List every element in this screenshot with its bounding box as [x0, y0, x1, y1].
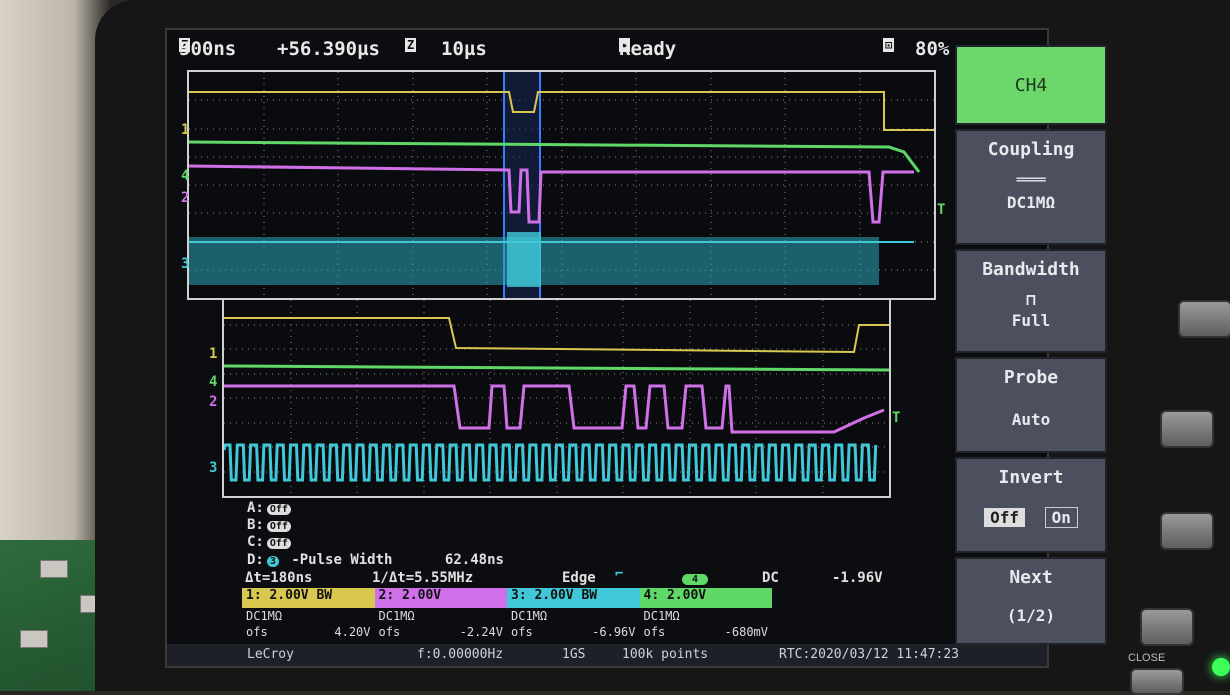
record-length: 100k points — [622, 647, 709, 662]
channel-label-row: 1: 2.00V BW 2: 2.00V 3: 2.00V BW 4: 2.00… — [242, 588, 772, 608]
trigger-level[interactable]: -1.96V — [832, 570, 883, 586]
trigger-edge-icon: ⌐ — [615, 566, 624, 582]
zoom-waveform-panel[interactable] — [222, 298, 891, 498]
measurement-c[interactable]: C: Off — [247, 534, 291, 550]
main-waveform-panel[interactable] — [187, 70, 936, 300]
channel-2-label[interactable]: 2: 2.00V — [374, 588, 507, 608]
pcb-component — [20, 630, 48, 648]
zoom-ch3-marker[interactable]: 3 — [209, 460, 217, 476]
sample-rate: 1GS — [562, 647, 586, 662]
measurement-b-label: B: — [247, 517, 264, 533]
invert-key[interactable]: Invert Off On — [955, 457, 1107, 553]
zoom-timebase-readout[interactable]: 10µs — [441, 38, 487, 60]
coupling-key-title: Coupling — [987, 139, 1075, 160]
zoom-trace-ch1 — [224, 317, 889, 354]
main-ch2-marker[interactable]: 2 — [181, 190, 189, 206]
probe-key-title: Probe — [1003, 367, 1059, 388]
zoom-trace-ch3 — [224, 443, 878, 482]
timebase-readout[interactable]: 500ns — [179, 38, 236, 60]
zoom-percent: 80% — [915, 38, 950, 60]
channel-4-label[interactable]: 4: 2.00V — [639, 588, 772, 608]
dc-coupling-icon: ═══ — [1016, 170, 1046, 189]
main-trace-ch2 — [189, 164, 914, 224]
zoom-trace-ch4 — [224, 364, 889, 372]
trigger-source[interactable]: 4 — [682, 574, 709, 585]
bandwidth-key-title: Bandwidth — [982, 259, 1080, 280]
main-waveform-svg — [189, 72, 934, 298]
zoom-ch4-marker[interactable]: 4 — [209, 374, 217, 390]
hardware-button[interactable] — [1140, 608, 1194, 646]
measurement-d[interactable]: D: 3 -Pulse Width 62.48ns — [247, 552, 504, 568]
measurement-a[interactable]: A: Off — [247, 500, 291, 516]
inverse-delta-t-readout: 1/Δt=5.55MHz — [372, 570, 474, 586]
channel-3-coupling: DC1MΩ ofs -6.96V — [511, 609, 636, 639]
measurement-b-state: Off — [266, 521, 291, 532]
main-ch4-marker[interactable]: 4 — [181, 168, 189, 184]
measurement-d-value: 62.48ns — [444, 552, 504, 568]
channel-2-coupling: DC1MΩ ofs -2.24V — [378, 609, 504, 639]
zoom-trigger-marker[interactable]: T — [892, 410, 900, 426]
softkey-menu: CH4 Coupling ═══ DC1MΩ Bandwidth ⊓ Full … — [955, 45, 1125, 645]
trigger-coupling: DC — [762, 570, 779, 586]
trigger-type[interactable]: Edge — [562, 570, 596, 586]
coupling-key-value: DC1MΩ — [1006, 193, 1056, 212]
main-trigger-marker[interactable]: T — [937, 202, 945, 218]
next-page-key[interactable]: Next (1/2) — [955, 557, 1107, 645]
hardware-button[interactable] — [1178, 300, 1230, 338]
frequency-counter: f:0.00000Hz — [417, 647, 504, 662]
hardware-button[interactable] — [1160, 512, 1214, 550]
delta-t-readout: Δt=180ns — [245, 570, 313, 586]
zoom-ch1-marker[interactable]: 1 — [209, 346, 217, 362]
bottom-status-bar: LeCroy f:0.00000Hz 1GS 100k points RTC:2… — [167, 644, 1047, 666]
real-time-clock: RTC:2020/03/12 11:47:23 — [779, 647, 960, 662]
channel-1-coupling: DC1MΩ ofs 4.20V — [246, 609, 371, 639]
bandwidth-filter-icon: ⊓ — [1026, 290, 1036, 309]
zoom-ch2-marker[interactable]: 2 — [209, 394, 217, 410]
measurement-c-state: Off — [266, 538, 291, 549]
pcb-component — [40, 560, 68, 578]
measurement-d-label: D: — [247, 552, 264, 568]
channel-4-coupling: DC1MΩ ofs -680mV — [643, 609, 769, 639]
probe-key[interactable]: Probe Auto — [955, 357, 1107, 453]
zoom-timebase-icon: Z — [405, 38, 417, 52]
brand-logo: LeCroy — [247, 647, 294, 662]
hardware-button[interactable] — [1160, 410, 1214, 448]
zoom-waveform-svg — [224, 300, 889, 496]
power-led — [1212, 658, 1230, 676]
oscilloscope-screen: Z 500ns +56.390µs Z 10µs ▶ Ready ⊡ 80% 1 4… — [165, 28, 1049, 668]
coupling-key[interactable]: Coupling ═══ DC1MΩ — [955, 129, 1107, 245]
bandwidth-key-value: Full — [1011, 311, 1051, 330]
probe-key-value: Auto — [1011, 410, 1051, 429]
measurement-d-param: -Pulse Width — [291, 552, 393, 568]
channel-1-label[interactable]: 1: 2.00V BW — [242, 588, 375, 608]
invert-off-option[interactable]: Off — [984, 508, 1025, 527]
acquisition-status: Ready — [619, 38, 677, 60]
main-trace-ch3-burst — [507, 232, 541, 287]
top-status-bar: Z 500ns +56.390µs Z 10µs ▶ Ready ⊡ 80% — [175, 38, 955, 64]
zoom-percent-icon: ⊡ — [883, 38, 895, 52]
invert-key-title: Invert — [998, 467, 1064, 488]
close-label: CLOSE — [1128, 652, 1166, 664]
channel-select-key[interactable]: CH4 — [955, 45, 1107, 125]
measurement-d-source: 3 — [266, 556, 279, 567]
next-key-title: Next — [1009, 567, 1053, 588]
invert-on-option[interactable]: On — [1044, 507, 1078, 528]
measurement-a-label: A: — [247, 500, 264, 516]
main-ch3-marker[interactable]: 3 — [181, 256, 189, 272]
bandwidth-key[interactable]: Bandwidth ⊓ Full — [955, 249, 1107, 353]
measurement-a-state: Off — [266, 504, 291, 515]
main-ch1-marker[interactable]: 1 — [181, 122, 189, 138]
next-key-page: (1/2) — [1006, 606, 1056, 625]
measurement-b[interactable]: B: Off — [247, 517, 291, 533]
zoom-trace-ch2 — [224, 384, 885, 434]
measurement-c-label: C: — [247, 534, 264, 550]
channel-3-label[interactable]: 3: 2.00V BW — [507, 588, 640, 608]
delay-readout[interactable]: +56.390µs — [277, 38, 380, 60]
channel-coupling-row: DC1MΩ ofs 4.20V DC1MΩ ofs -2.24V DC1MΩ ofs -6.… — [242, 608, 772, 644]
main-trace-ch1 — [189, 91, 934, 131]
